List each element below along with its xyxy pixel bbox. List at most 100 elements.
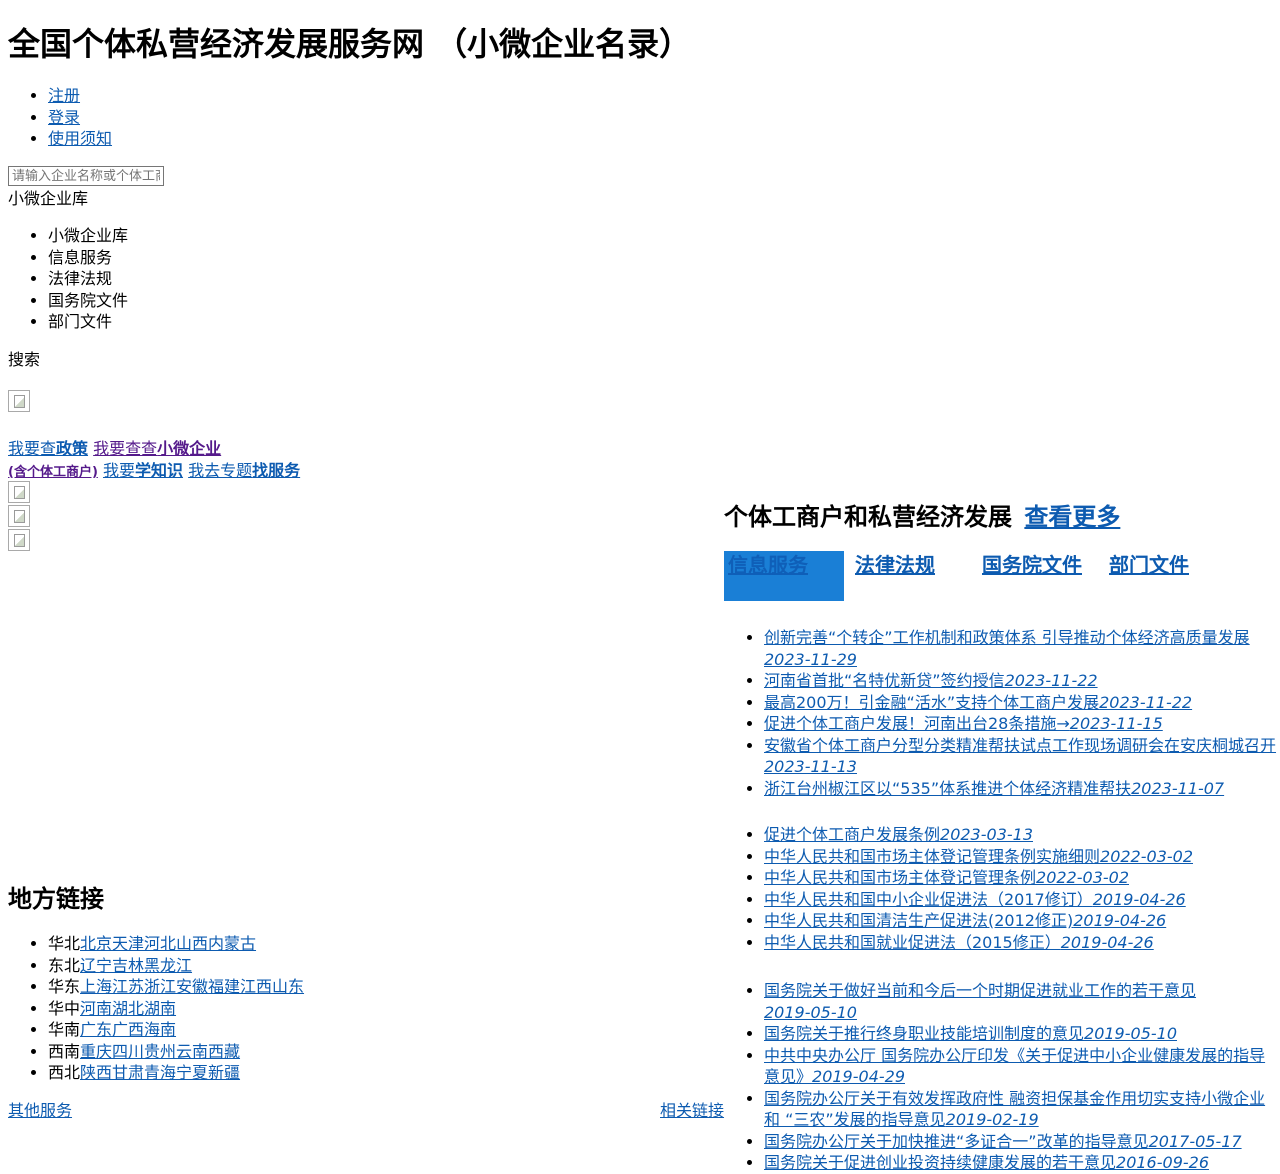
- region-area: 华东: [48, 977, 81, 996]
- region-item: 东北辽宁吉林黑龙江: [48, 955, 304, 977]
- tab-laws[interactable]: 法律法规: [855, 551, 935, 579]
- news-link[interactable]: 浙江台州椒江区以“535”体系推进个体经济精准帮扶2023-11-07: [764, 779, 1224, 798]
- region-area: 西北: [48, 1063, 81, 1082]
- category-item[interactable]: 部门文件: [48, 311, 128, 333]
- usage-notice-link[interactable]: 使用须知: [48, 129, 112, 148]
- region-places-link[interactable]: 上海江苏浙江安徽福建江西山东: [80, 977, 304, 996]
- list-item: 促进个体工商户发展！河南出台28条措施→2023-11-15: [764, 713, 1280, 735]
- region-places-link[interactable]: 广东广西海南: [80, 1020, 176, 1039]
- news-date: 2019-05-10: [764, 1002, 857, 1022]
- list-item: 促进个体工商户发展条例2023-03-13: [764, 824, 1280, 846]
- tab-label[interactable]: 法律法规: [855, 553, 935, 577]
- news-link[interactable]: 中华人民共和国中小企业促进法（2017修订）2019-04-26: [764, 890, 1186, 909]
- top-nav-item: 注册: [48, 85, 112, 107]
- region-places-link[interactable]: 重庆四川贵州云南西藏: [80, 1042, 240, 1061]
- search-scope-label[interactable]: 小微企业库: [8, 188, 88, 210]
- tab-department[interactable]: 部门文件: [1109, 551, 1189, 579]
- news-list-laws: 促进个体工商户发展条例2023-03-13 中华人民共和国市场主体登记管理条例实…: [724, 824, 1280, 953]
- service-prefix: 我去专题: [188, 461, 253, 480]
- news-link[interactable]: 国务院关于促进创业投资持续健康发展的若干意见2016-09-26: [764, 1153, 1209, 1172]
- register-link[interactable]: 注册: [48, 86, 80, 105]
- news-link[interactable]: 最高200万！引金融“活水”支持个体工商户发展2023-11-22: [764, 693, 1192, 712]
- news-link[interactable]: 中华人民共和国清洁生产促进法(2012修正)2019-04-26: [764, 911, 1166, 930]
- region-item: 华东上海江苏浙江安徽福建江西山东: [48, 976, 304, 998]
- list-item: 安徽省个体工商户分型分类精准帮扶试点工作现场调研会在安庆桐城召开 2023-11-…: [764, 735, 1280, 778]
- search-button[interactable]: 搜索: [8, 349, 40, 371]
- learn-knowledge-link[interactable]: 我要学知识: [103, 461, 183, 480]
- list-item: 创新完善“个转企”工作机制和政策体系 引导推动个体经济高质量发展 2023-11-…: [764, 627, 1280, 670]
- news-title: 中华人民共和国市场主体登记管理条例: [764, 868, 1037, 887]
- service-bold: 找服务: [252, 461, 301, 480]
- news-link[interactable]: 河南省首批“名特优新贷”签约授信2023-11-22: [764, 671, 1098, 690]
- region-places-link[interactable]: 陕西甘肃青海宁夏新疆: [80, 1063, 240, 1082]
- list-item: 中共中央办公厅 国务院办公厅印发《关于促进中小企业健康发展的指导意见》2019-…: [764, 1045, 1280, 1088]
- news-title: 中华人民共和国中小企业促进法（2017修订）: [764, 889, 1093, 909]
- list-item: 中华人民共和国市场主体登记管理条例实施细则2022-03-02: [764, 846, 1280, 868]
- news-date: 2019-04-26: [1060, 932, 1154, 952]
- list-item: 中华人民共和国清洁生产促进法(2012修正)2019-04-26: [764, 910, 1280, 932]
- news-link[interactable]: 创新完善“个转企”工作机制和政策体系 引导推动个体经济高质量发展 2023-11-…: [764, 628, 1250, 669]
- learn-prefix: 我要: [102, 461, 135, 480]
- news-title: 安徽省个体工商户分型分类精准帮扶试点工作现场调研会在安庆桐城召开: [764, 735, 1277, 755]
- news-link[interactable]: 国务院关于推行终身职业技能培训制度的意见2019-05-10: [764, 1024, 1177, 1043]
- list-item: 浙江台州椒江区以“535”体系推进个体经济精准帮扶2023-11-07: [764, 778, 1280, 800]
- search-input[interactable]: [8, 166, 164, 186]
- region-item: 西南重庆四川贵州云南西藏: [48, 1041, 304, 1063]
- top-nav: 注册 登录 使用须知: [8, 85, 112, 150]
- category-item[interactable]: 法律法规: [48, 268, 128, 290]
- tab-label[interactable]: 信息服务: [728, 551, 808, 579]
- news-title: 促进个体工商户发展条例: [764, 825, 941, 844]
- news-title: 中华人民共和国市场主体登记管理条例实施细则: [764, 846, 1101, 866]
- region-places-link[interactable]: 北京天津河北山西内蒙古: [80, 934, 256, 953]
- news-link[interactable]: 国务院办公厅关于加快推进“多证合一”改革的指导意见2017-05-17: [764, 1132, 1242, 1151]
- list-item: 河南省首批“名特优新贷”签约授信2023-11-22: [764, 670, 1280, 692]
- category-item[interactable]: 国务院文件: [48, 290, 128, 312]
- region-links-title: 地方链接: [8, 885, 104, 913]
- login-link[interactable]: 登录: [48, 108, 80, 127]
- query-company-link[interactable]: 我要查查小微企业: [93, 439, 221, 458]
- news-title: 国务院办公厅关于加快推进“多证合一”改革的指导意见: [764, 1131, 1149, 1151]
- region-places-link[interactable]: 辽宁吉林黑龙江: [80, 956, 192, 975]
- region-item: 华中河南湖北湖南: [48, 998, 304, 1020]
- news-title: 创新完善“个转企”工作机制和政策体系 引导推动个体经济高质量发展: [764, 628, 1250, 647]
- category-item[interactable]: 小微企业库: [48, 225, 128, 247]
- news-link[interactable]: 中共中央办公厅 国务院办公厅印发《关于促进中小企业健康发展的指导意见》2019-…: [764, 1046, 1265, 1087]
- site-title: 全国个体私营经济发展服务网 （小微企业名录）: [8, 25, 692, 63]
- region-item: 华北北京天津河北山西内蒙古: [48, 933, 304, 955]
- tab-state-council[interactable]: 国务院文件: [982, 551, 1082, 579]
- other-services-link[interactable]: 其他服务: [8, 1100, 72, 1122]
- news-link[interactable]: 促进个体工商户发展条例2023-03-13: [764, 825, 1033, 844]
- news-date: 2019-04-29: [812, 1067, 905, 1086]
- related-links-link[interactable]: 相关链接: [660, 1100, 724, 1122]
- query-policy-link[interactable]: 我要查政策: [8, 439, 88, 458]
- query-company-note-link[interactable]: (含个体工商户): [8, 461, 98, 480]
- top-nav-item: 使用须知: [48, 128, 112, 150]
- news-link[interactable]: 中华人民共和国市场主体登记管理条例2022-03-02: [764, 868, 1129, 887]
- region-area: 华北: [48, 934, 81, 953]
- news-date: 2023-11-13: [764, 757, 857, 776]
- news-title: 国务院关于做好当前和今后一个时期促进就业工作的若干意见: [764, 981, 1197, 1000]
- tab-info-service[interactable]: 信息服务: [724, 551, 844, 601]
- news-title: 中华人民共和国清洁生产促进法(2012修正): [764, 911, 1074, 930]
- news-link[interactable]: 国务院办公厅关于有效发挥政府性 融资担保基金作用切实支持小微企业和 “三农”发展…: [764, 1089, 1265, 1130]
- query-policy-bold: 政策: [56, 439, 89, 458]
- list-item: 国务院关于促进创业投资持续健康发展的若干意见2016-09-26: [764, 1152, 1280, 1174]
- tab-label[interactable]: 国务院文件: [982, 553, 1082, 577]
- news-link[interactable]: 安徽省个体工商户分型分类精准帮扶试点工作现场调研会在安庆桐城召开 2023-11-…: [764, 736, 1276, 777]
- tab-label[interactable]: 部门文件: [1109, 553, 1189, 577]
- news-link[interactable]: 中华人民共和国就业促进法（2015修正）2019-04-26: [764, 933, 1154, 952]
- region-item: 华南广东广西海南: [48, 1019, 304, 1041]
- region-places-link[interactable]: 河南湖北湖南: [80, 999, 176, 1018]
- category-item[interactable]: 信息服务: [48, 247, 128, 269]
- news-date: 2023-11-22: [1004, 671, 1098, 690]
- news-date: 2019-04-26: [1073, 911, 1167, 930]
- news-link[interactable]: 促进个体工商户发展！河南出台28条措施→2023-11-15: [764, 714, 1163, 733]
- broken-image-icon: [8, 390, 30, 412]
- news-link[interactable]: 中华人民共和国市场主体登记管理条例实施细则2022-03-02: [764, 847, 1193, 866]
- news-link[interactable]: 国务院关于做好当前和今后一个时期促进就业工作的若干意见 2019-05-10: [764, 981, 1196, 1022]
- broken-image-icon: [8, 505, 30, 527]
- region-area: 西南: [48, 1041, 81, 1061]
- news-title: 中华人民共和国就业促进法（2015修正）: [764, 932, 1061, 952]
- find-service-link[interactable]: 我去专题找服务: [188, 461, 300, 480]
- view-more-link[interactable]: 查看更多: [1024, 503, 1120, 531]
